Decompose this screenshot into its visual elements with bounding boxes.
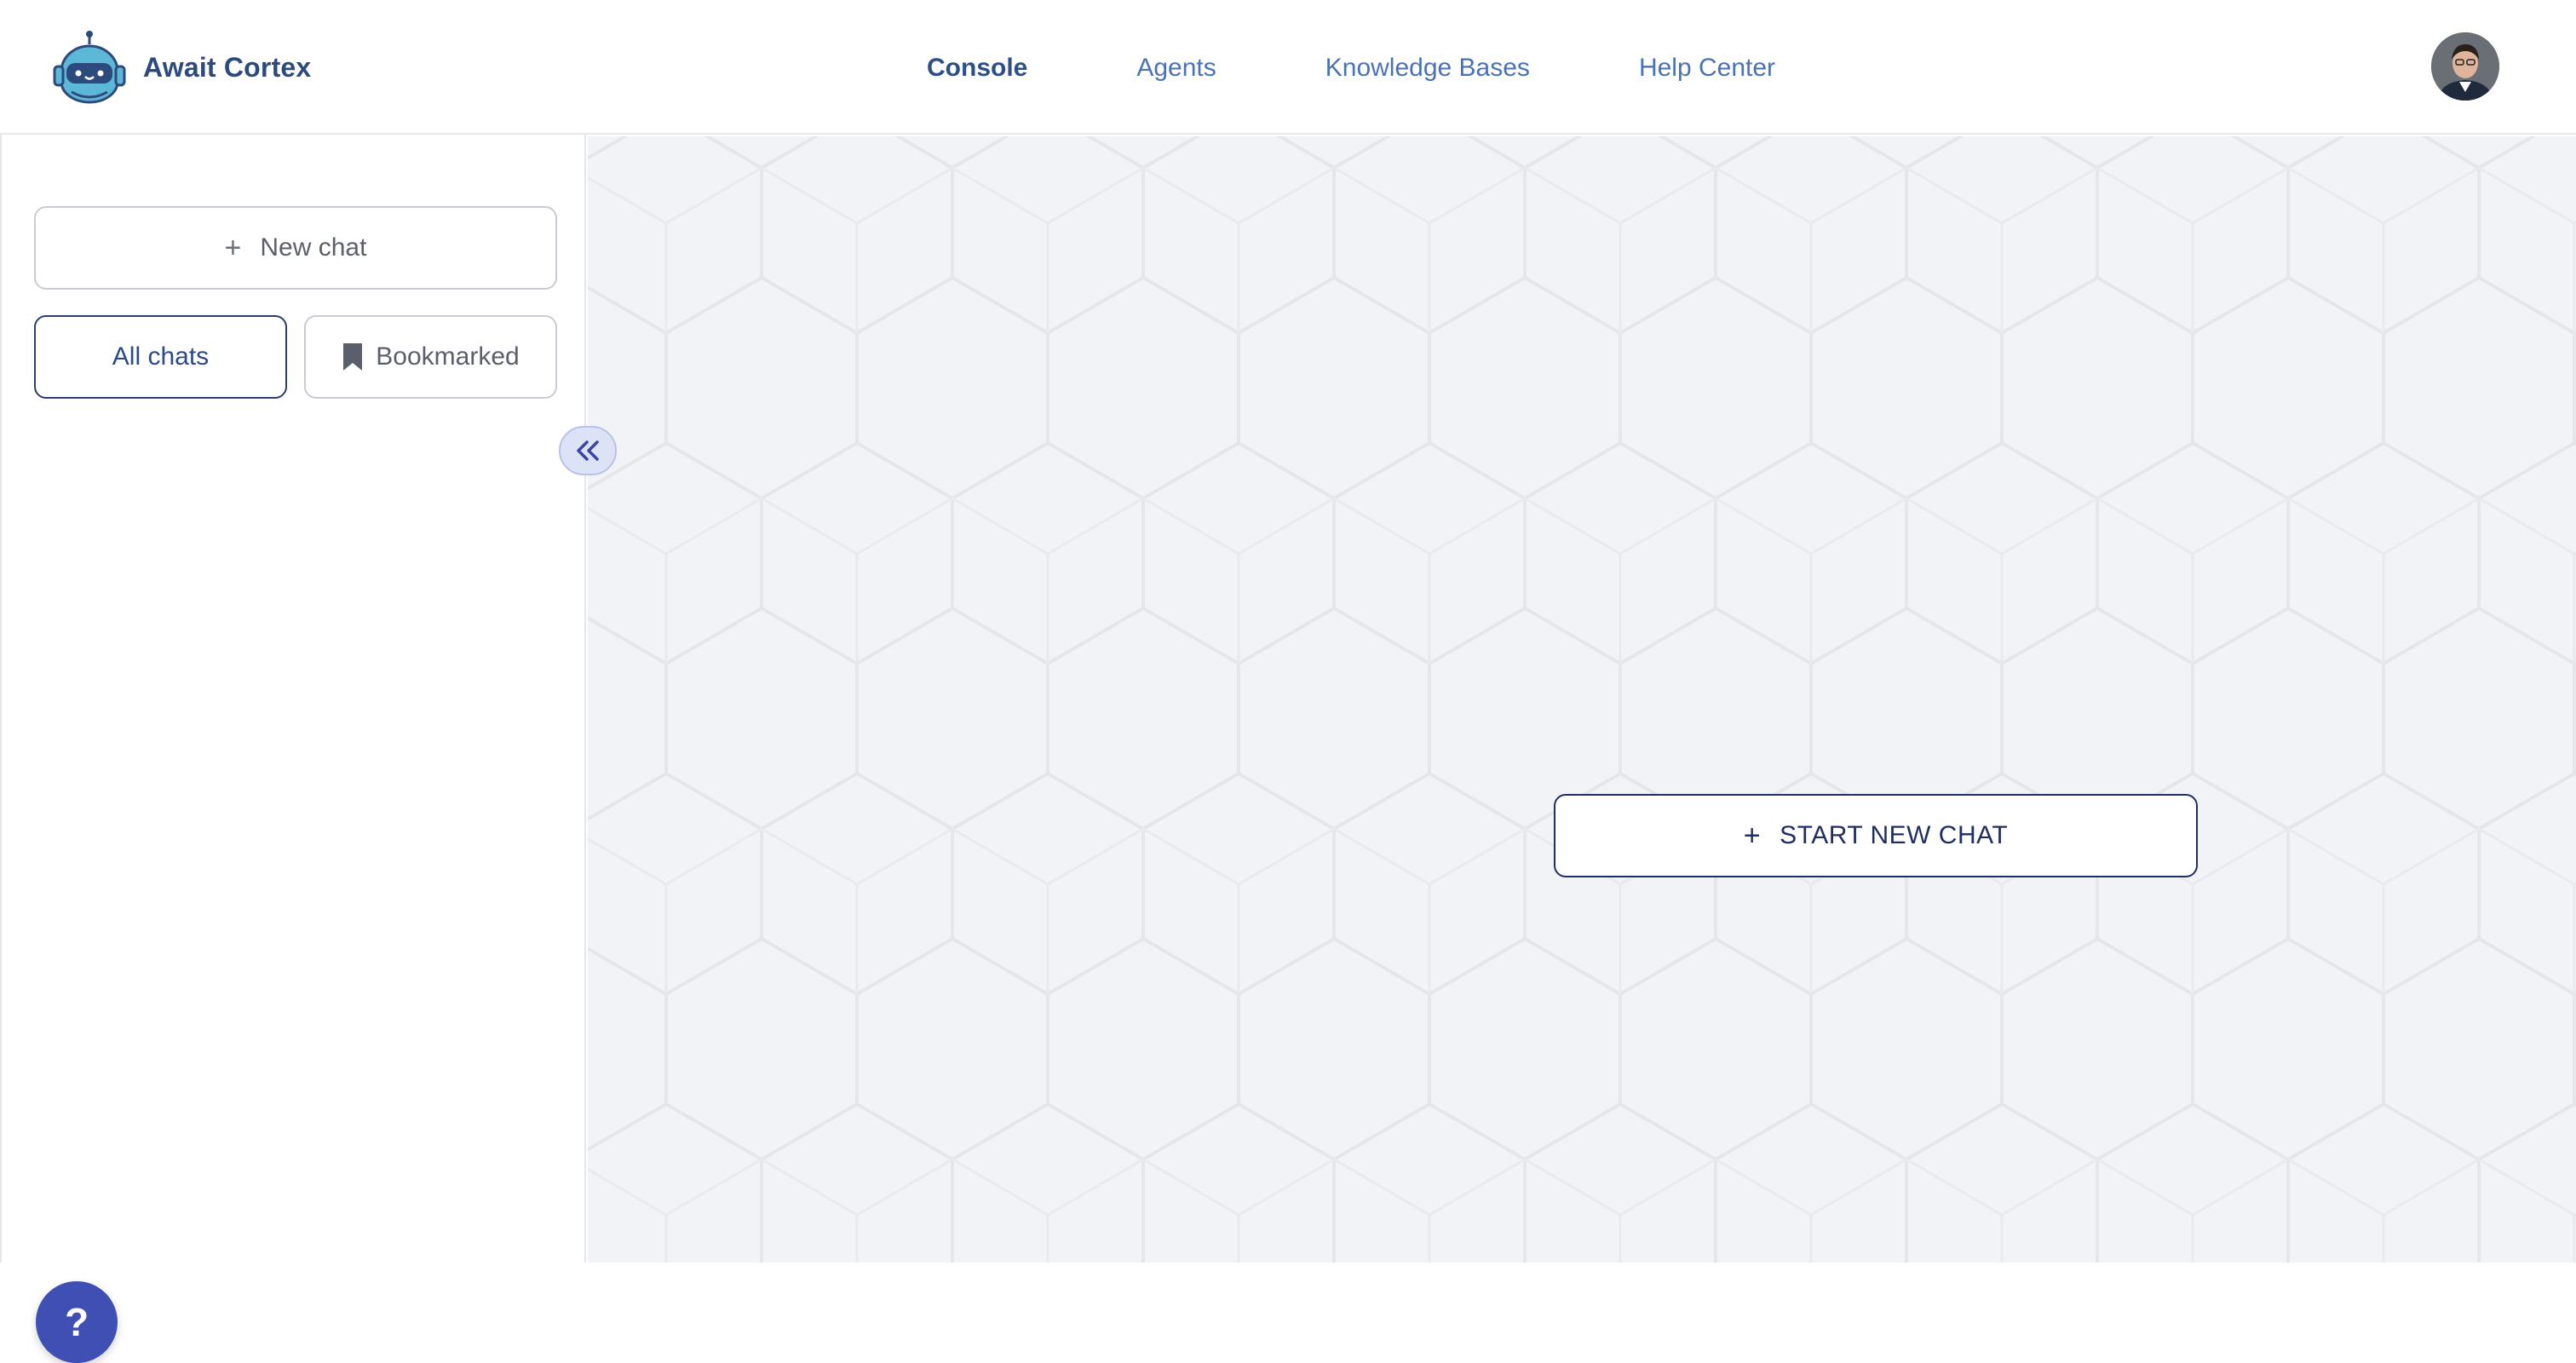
all-chats-label: All chats: [112, 342, 210, 371]
help-button[interactable]: ?: [36, 1281, 118, 1363]
chevrons-left-icon: [577, 440, 599, 461]
main-content: + START NEW CHAT: [588, 136, 2576, 1262]
nav-console[interactable]: Console: [927, 49, 1027, 87]
collapse-sidebar-button[interactable]: [559, 426, 617, 475]
new-chat-label: New chat: [260, 233, 367, 262]
bookmark-icon: [343, 343, 363, 371]
nav-agents[interactable]: Agents: [1136, 49, 1216, 87]
top-navigation-bar: Await Cortex Console Agents Knowledge Ba…: [0, 0, 2576, 135]
tab-bookmarked[interactable]: Bookmarked: [304, 315, 557, 399]
main-nav: Console Agents Knowledge Bases Help Cent…: [927, 49, 1775, 87]
tab-all-chats[interactable]: All chats: [34, 315, 287, 399]
chat-sidebar: + New chat All chats Bookmarked ?: [0, 135, 586, 1363]
user-avatar-icon: [2431, 32, 2499, 101]
robot-logo-icon: [53, 31, 126, 104]
start-new-chat-label: START NEW CHAT: [1780, 821, 2009, 849]
background-pattern: [588, 136, 2576, 1262]
bookmarked-label: Bookmarked: [376, 342, 520, 371]
brand[interactable]: Await Cortex: [49, 29, 311, 106]
plus-icon: +: [224, 231, 242, 264]
help-label: ?: [64, 1300, 89, 1344]
nav-help-center[interactable]: Help Center: [1639, 49, 1775, 87]
nav-knowledge-bases[interactable]: Knowledge Bases: [1325, 49, 1530, 87]
plus-icon: +: [1743, 819, 1762, 852]
app-name: Await Cortex: [143, 51, 312, 83]
user-avatar[interactable]: [2431, 32, 2499, 101]
start-new-chat-button[interactable]: + START NEW CHAT: [1554, 794, 2198, 877]
new-chat-button[interactable]: + New chat: [34, 206, 557, 290]
